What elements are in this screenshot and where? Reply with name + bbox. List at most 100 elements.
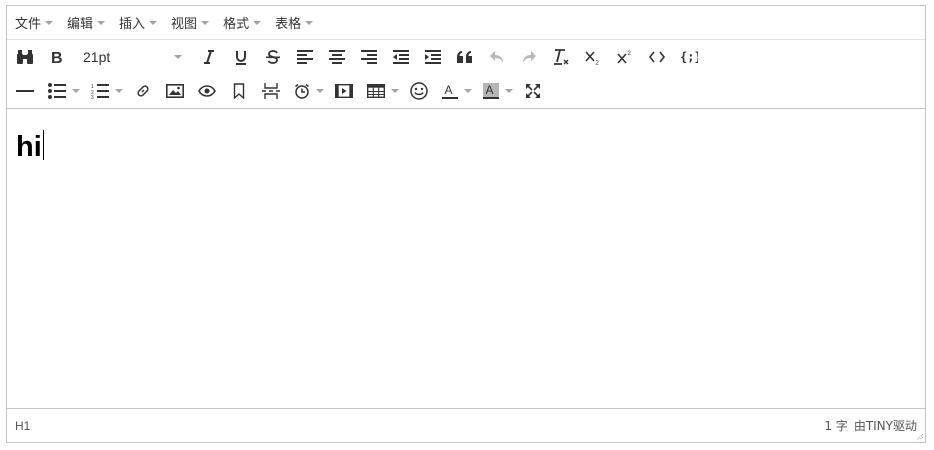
redo-button[interactable]: [515, 43, 543, 71]
chevron-down-icon: [115, 89, 123, 93]
chevron-down-icon: [97, 20, 106, 25]
undo-button[interactable]: [483, 43, 511, 71]
resize-handle-icon[interactable]: [914, 431, 924, 441]
branding-link[interactable]: 由TINY驱动: [854, 417, 917, 434]
menubar: 文件 编辑 插入 视图 格式 表格: [7, 6, 925, 40]
subscript-button[interactable]: 2: [579, 43, 607, 71]
menu-edit-label: 编辑: [67, 17, 94, 32]
superscript-button[interactable]: 2: [611, 43, 639, 71]
menu-insert[interactable]: 插入: [113, 10, 163, 36]
redo-icon: [523, 51, 536, 63]
menu-format-label: 格式: [223, 17, 250, 32]
chevron-down-icon: [253, 20, 262, 25]
numbered-list-button[interactable]: 123: [86, 77, 125, 105]
font-size-value: 21pt: [83, 49, 111, 65]
align-left-button[interactable]: [291, 43, 319, 71]
remove-format-icon: [554, 49, 569, 65]
insert-datetime-button[interactable]: [289, 77, 326, 105]
preview-icon: [198, 85, 216, 97]
chevron-down-icon: [316, 89, 324, 93]
emoticons-button[interactable]: [405, 77, 433, 105]
horizontal-rule-button[interactable]: [11, 77, 39, 105]
blockquote-button[interactable]: [451, 43, 479, 71]
preview-button[interactable]: [193, 77, 221, 105]
bullet-list-icon: [48, 83, 66, 99]
find-replace-button[interactable]: [11, 43, 39, 71]
editor-content-area[interactable]: hi: [7, 109, 925, 409]
background-color-icon: A: [483, 83, 499, 99]
text-color-icon: A: [442, 83, 458, 99]
insert-table-button[interactable]: [362, 77, 401, 105]
italic-button[interactable]: [195, 43, 223, 71]
datetime-icon: [295, 83, 309, 99]
remove-format-button[interactable]: [547, 43, 575, 71]
chevron-down-icon: [72, 89, 80, 93]
code-sample-button[interactable]: {;}: [675, 43, 703, 71]
text-color-button[interactable]: A: [437, 77, 474, 105]
insert-media-button[interactable]: [330, 77, 358, 105]
table-icon: [367, 84, 385, 98]
blockquote-icon: [457, 51, 472, 63]
outdent-icon: [393, 50, 409, 64]
menu-table[interactable]: 表格: [269, 10, 319, 36]
indent-button[interactable]: [419, 43, 447, 71]
menu-view[interactable]: 视图: [165, 10, 215, 36]
chevron-down-icon: [505, 89, 513, 93]
background-color-button[interactable]: A: [478, 77, 515, 105]
insert-link-button[interactable]: [129, 77, 157, 105]
source-code-button[interactable]: [643, 43, 671, 71]
bullet-list-button[interactable]: [43, 77, 82, 105]
align-right-button[interactable]: [355, 43, 383, 71]
indent-icon: [425, 50, 441, 64]
code-icon: [649, 51, 665, 63]
fullscreen-button[interactable]: [519, 77, 547, 105]
horizontal-rule-icon: [16, 90, 34, 92]
menu-view-label: 视图: [171, 17, 198, 32]
insert-image-button[interactable]: [161, 77, 189, 105]
strikethrough-icon: [266, 50, 280, 64]
strikethrough-button[interactable]: [259, 43, 287, 71]
undo-icon: [490, 51, 503, 63]
font-size-select[interactable]: 21pt: [75, 43, 187, 71]
element-path[interactable]: H1: [15, 419, 30, 433]
image-icon: [166, 84, 184, 98]
underline-icon: [236, 51, 246, 65]
italic-icon: [204, 50, 214, 64]
toolbar-row-2: 123 A A: [7, 74, 925, 109]
bold-icon: B: [51, 50, 63, 65]
anchor-button[interactable]: [225, 77, 253, 105]
menu-file-label: 文件: [15, 17, 42, 32]
bookmark-icon: [233, 83, 245, 99]
svg-text:2: 2: [596, 61, 600, 66]
chevron-down-icon: [174, 55, 182, 59]
outdent-button[interactable]: [387, 43, 415, 71]
menu-file[interactable]: 文件: [9, 10, 59, 36]
statusbar: H1 1 字 由TINY驱动: [7, 408, 925, 442]
underline-button[interactable]: [227, 43, 255, 71]
svg-text:{;}: {;}: [680, 50, 698, 64]
page-break-button[interactable]: [257, 77, 285, 105]
toolbar-row-1: B 21pt 2 2 {;: [7, 40, 925, 74]
statusbar-right: 1 字 由TINY驱动: [824, 417, 917, 434]
svg-text:3: 3: [91, 95, 94, 99]
emoticon-icon: [410, 82, 428, 100]
align-left-icon: [297, 50, 313, 64]
content-heading[interactable]: hi: [16, 127, 44, 167]
chevron-down-icon: [391, 89, 399, 93]
chevron-down-icon: [464, 89, 472, 93]
chevron-down-icon: [45, 20, 54, 25]
bold-button[interactable]: B: [43, 43, 71, 71]
align-center-icon: [329, 50, 345, 64]
word-count[interactable]: 1 字: [824, 417, 847, 434]
svg-text:A: A: [486, 83, 494, 97]
menu-edit[interactable]: 编辑: [61, 10, 111, 36]
svg-text:2: 2: [628, 51, 632, 57]
rich-text-editor: 文件 编辑 插入 视图 格式 表格 B 21pt 2 2 {; 1 2 3 A …: [6, 5, 926, 443]
menu-format[interactable]: 格式: [217, 10, 267, 36]
heading-text: hi: [16, 131, 42, 163]
text-cursor: [42, 130, 44, 160]
chevron-down-icon: [149, 20, 158, 25]
link-icon: [137, 85, 149, 97]
align-center-button[interactable]: [323, 43, 351, 71]
menu-insert-label: 插入: [119, 17, 146, 32]
